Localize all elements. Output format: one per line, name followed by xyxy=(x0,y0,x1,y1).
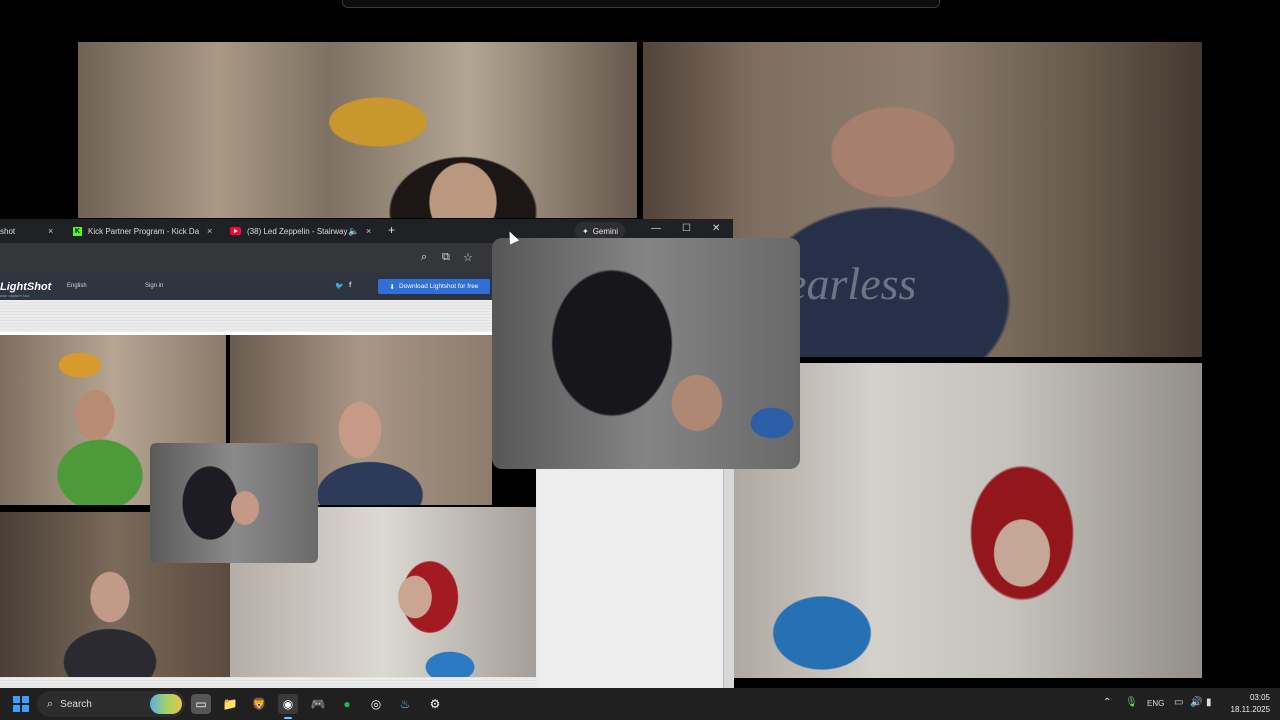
taskbar-search[interactable]: ⌕ Search xyxy=(37,691,185,717)
tab-close-icon[interactable]: × xyxy=(48,226,53,236)
lightshot-logo[interactable]: LightShot xyxy=(0,281,51,293)
maximize-button[interactable]: ☐ xyxy=(682,223,691,234)
minimize-button[interactable]: — xyxy=(651,223,661,234)
clock-date: 18.11.2025 xyxy=(1230,705,1270,714)
microphone-icon[interactable]: 🎙 xyxy=(1125,697,1138,708)
battery-icon[interactable]: ▮ xyxy=(1206,697,1212,708)
tab-kick[interactable]: K Kick Partner Program - Kick Da × xyxy=(73,219,223,243)
video-tile-bottom-right xyxy=(732,363,1202,678)
language-indicator[interactable]: ENG xyxy=(1147,699,1164,708)
facebook-icon[interactable]: f xyxy=(349,282,351,289)
tab-lightshot[interactable]: shot × xyxy=(0,219,60,243)
task-view-icon[interactable]: ▭ xyxy=(191,694,211,714)
discord-icon[interactable]: 🎮 xyxy=(308,694,328,714)
taskbar: ⌕ Search ▭ 📁 🦁 ◉ 🎮 ● ◎ ♨ ⚙ ⌃ 🎙 ENG ▭ 🔊 ▮… xyxy=(0,688,1280,720)
install-app-icon[interactable]: ⧉ xyxy=(442,251,450,264)
tab-label: Kick Partner Program - Kick Da xyxy=(88,226,200,236)
close-button[interactable]: ✕ xyxy=(712,223,720,234)
sparkle-icon: ✦ xyxy=(582,226,589,236)
top-search-pill[interactable] xyxy=(342,0,940,8)
bookmark-star-icon[interactable]: ☆ xyxy=(463,251,473,264)
search-highlight-icon xyxy=(150,694,182,714)
tab-close-icon[interactable]: × xyxy=(207,226,212,236)
tab-close-icon[interactable]: × xyxy=(366,226,371,236)
clock-time: 03:05 xyxy=(1249,693,1270,702)
page-scroll-edge xyxy=(723,468,734,689)
kick-icon: K xyxy=(73,226,82,236)
volume-icon[interactable]: 🔊 xyxy=(1190,697,1202,708)
download-icon: ⬇ xyxy=(389,283,395,291)
windows-start-icon[interactable] xyxy=(13,696,29,712)
youtube-icon xyxy=(230,227,241,235)
tab-label: shot xyxy=(0,226,16,236)
preview-tile-3 xyxy=(150,443,318,563)
speaker-icon[interactable]: 🔈 xyxy=(348,226,359,237)
screenshot-preview xyxy=(0,335,536,677)
twitter-icon[interactable]: 🐦 xyxy=(335,282,344,290)
lightshot-tagline: own capture tool xyxy=(0,293,30,298)
search-icon: ⌕ xyxy=(47,697,54,710)
new-tab-button[interactable]: + xyxy=(388,223,395,237)
language-select[interactable]: English xyxy=(67,283,87,289)
settings-gear-icon[interactable]: ⚙ xyxy=(425,694,445,714)
content-blank-area xyxy=(537,468,723,689)
steam-icon[interactable]: ♨ xyxy=(395,694,415,714)
floating-video-tile[interactable] xyxy=(492,238,800,469)
chevron-up-icon[interactable]: ⌃ xyxy=(1103,697,1111,708)
video-tile-top-left xyxy=(78,42,637,218)
chrome-icon[interactable]: ◉ xyxy=(278,694,298,719)
tab-label: (38) Led Zeppelin - Stairway xyxy=(247,226,348,236)
tab-youtube[interactable]: (38) Led Zeppelin - Stairway 🔈 × xyxy=(230,219,378,243)
sign-in-link[interactable]: Sign in xyxy=(145,283,163,289)
file-explorer-icon[interactable]: 📁 xyxy=(220,694,240,714)
obs-icon[interactable]: ◎ xyxy=(366,694,386,714)
spotify-icon[interactable]: ● xyxy=(337,694,357,714)
network-icon[interactable]: ▭ xyxy=(1174,697,1183,708)
zoom-icon[interactable]: ⌕ xyxy=(421,251,427,264)
brave-browser-icon[interactable]: 🦁 xyxy=(249,694,269,714)
system-clock[interactable]: 03:05 18.11.2025 xyxy=(1222,692,1270,716)
download-button[interactable]: ⬇ Download Lightshot for free xyxy=(378,279,490,294)
